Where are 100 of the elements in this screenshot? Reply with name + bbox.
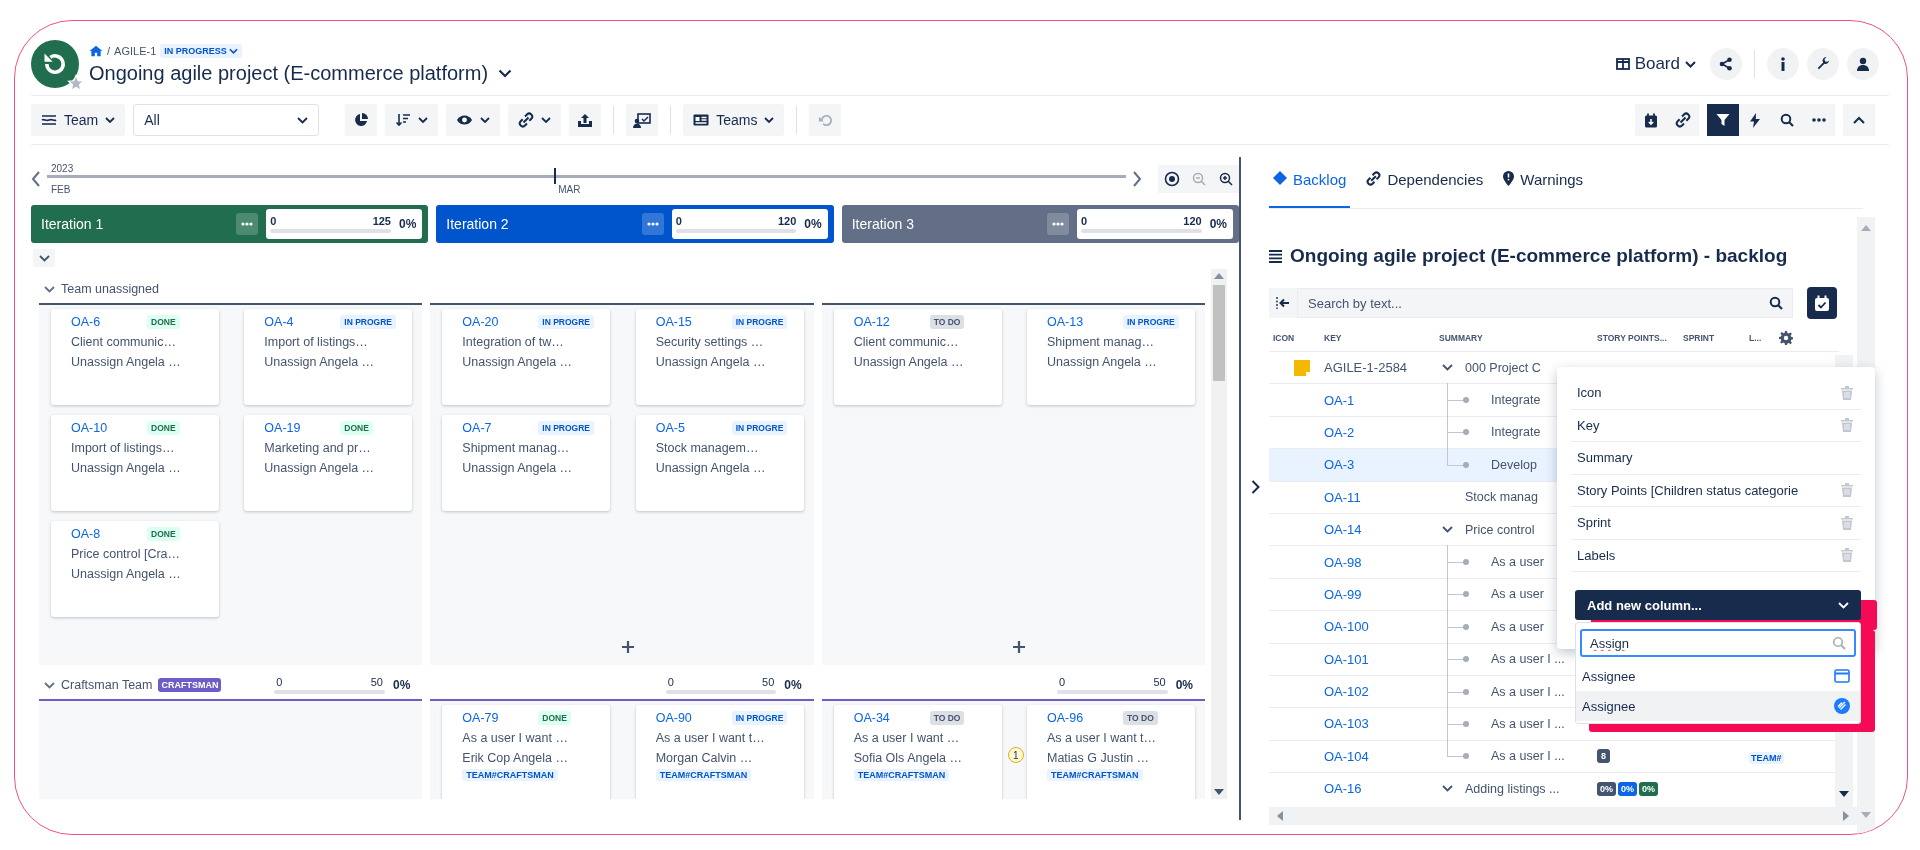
issue-key-link[interactable]: OA-3 xyxy=(1324,457,1439,473)
issue-card[interactable]: OA-8 DONE Price control [Cra… Unassign Angela … xyxy=(51,521,219,617)
column-search-field[interactable]: Assign xyxy=(1580,629,1856,657)
chevron-down-icon[interactable] xyxy=(1442,526,1453,534)
group-by-dropdown[interactable]: Team xyxy=(31,104,126,136)
star-icon[interactable] xyxy=(67,74,85,92)
issue-key-link[interactable]: OA-6 xyxy=(71,315,133,329)
issue-card[interactable]: OA-13 IN PROGRE Shipment manag… Unassign Angela … xyxy=(1027,309,1195,405)
issue-key-link[interactable]: OA-98 xyxy=(1324,554,1439,570)
issue-key-link[interactable]: OA-103 xyxy=(1324,716,1439,732)
calendar-check-button[interactable] xyxy=(1807,287,1837,319)
issue-key-link[interactable]: OA-102 xyxy=(1324,684,1439,700)
iteration-header[interactable]: Iteration 1 0 125 0% xyxy=(31,205,429,243)
wrench-button[interactable] xyxy=(1807,48,1839,80)
column-header[interactable]: KEY xyxy=(1324,333,1439,343)
issue-key-link[interactable]: OA-96 xyxy=(1047,711,1109,725)
scroll-up-icon[interactable] xyxy=(1214,273,1224,279)
issue-key-link[interactable]: OA-5 xyxy=(655,421,718,435)
issue-card[interactable]: OA-10 DONE Import of listings… Unassign Angela … xyxy=(51,415,219,511)
lightning-button[interactable] xyxy=(1739,104,1771,136)
column-item[interactable]: Icon xyxy=(1571,377,1861,410)
vertical-scrollbar[interactable] xyxy=(1211,269,1227,799)
collapse-panel-button[interactable] xyxy=(1269,288,1297,318)
issue-key-link[interactable]: OA-16 xyxy=(1324,781,1439,797)
issue-key-link[interactable]: OA-104 xyxy=(1324,748,1439,764)
column-item[interactable]: Summary xyxy=(1571,442,1861,475)
issue-card[interactable]: OA-5 IN PROGRE Stock managem… Unassign Angela … xyxy=(635,415,804,511)
issue-key-link[interactable]: OA-101 xyxy=(1324,651,1439,667)
issue-key-link[interactable]: OA-10 xyxy=(71,421,133,435)
share-button[interactable] xyxy=(1710,48,1742,80)
link-button[interactable] xyxy=(1667,104,1699,136)
link-dropdown[interactable] xyxy=(508,104,562,136)
scroll-down-icon[interactable] xyxy=(1214,789,1224,795)
warning-count-badge[interactable]: 1 xyxy=(1007,747,1024,763)
issue-key-link[interactable]: OA-19 xyxy=(264,421,327,435)
issue-key-link[interactable]: OA-4 xyxy=(264,315,327,329)
issue-key-link[interactable]: OA-99 xyxy=(1324,586,1439,602)
issue-card[interactable]: OA-19 DONE Marketing and pr… Unassign Angela … xyxy=(244,415,413,511)
issue-card[interactable]: OA-7 IN PROGRE Shipment manag… Unassign Angela … xyxy=(442,415,611,511)
column-item[interactable]: Sprint xyxy=(1571,507,1861,540)
user-button[interactable] xyxy=(1847,48,1879,80)
issue-key-link[interactable]: OA-34 xyxy=(853,711,916,725)
panel-tab[interactable]: Dependencies xyxy=(1362,171,1488,208)
issue-key-link[interactable]: OA-13 xyxy=(1047,315,1109,329)
issue-key-link[interactable]: OA-2 xyxy=(1324,424,1439,440)
column-header[interactable]: L... xyxy=(1749,333,1777,343)
iteration-menu-button[interactable] xyxy=(1047,213,1069,235)
search-icon[interactable] xyxy=(1769,296,1783,310)
scroll-down-icon[interactable] xyxy=(1839,791,1849,797)
scrollbar-thumb[interactable] xyxy=(1213,285,1225,381)
column-item[interactable]: Labels xyxy=(1571,539,1861,572)
scroll-left-icon[interactable] xyxy=(1277,811,1283,821)
column-item[interactable]: Story Points [Children status categorie xyxy=(1571,474,1861,507)
column-header[interactable]: ICON xyxy=(1269,333,1324,343)
column-item[interactable]: Key xyxy=(1571,409,1861,442)
issue-card[interactable]: OA-20 IN PROGRE Integration of tw… Unassign Angela … xyxy=(442,309,611,405)
issue-key-link[interactable]: OA-79 xyxy=(462,711,525,725)
issue-card[interactable]: OA-6 DONE Client communic… Unassign Angela … xyxy=(51,309,219,405)
horizontal-scrollbar[interactable] xyxy=(1269,807,1857,825)
add-icon[interactable] xyxy=(622,641,634,653)
column-option[interactable]: Assignee xyxy=(1576,691,1860,721)
collapse-button[interactable] xyxy=(1843,104,1875,136)
scroll-right-icon[interactable] xyxy=(1843,811,1849,821)
issue-key-link[interactable]: OA-100 xyxy=(1324,619,1439,635)
iteration-header[interactable]: Iteration 2 0 120 0% xyxy=(436,205,834,243)
issue-key-link[interactable]: OA-12 xyxy=(853,315,916,329)
issue-key-link[interactable]: OA-90 xyxy=(655,711,718,725)
issue-key-link[interactable]: OA-20 xyxy=(462,315,525,329)
issue-key-link[interactable]: OA-8 xyxy=(71,527,133,541)
sort-dropdown[interactable] xyxy=(385,104,439,136)
filter-select[interactable]: All xyxy=(133,104,320,136)
chevron-down-icon[interactable] xyxy=(498,68,513,78)
iteration-header[interactable]: Iteration 3 0 120 0% xyxy=(841,205,1239,243)
chevron-down-icon[interactable] xyxy=(1442,364,1453,372)
status-dropdown[interactable]: IN PROGRESS xyxy=(160,43,242,58)
issue-card[interactable]: OA-12 TO DO Client communic… Unassign Angela … xyxy=(833,309,1002,405)
column-header[interactable]: STORY POINTS... xyxy=(1597,333,1683,343)
issue-card[interactable]: OA-79 DONE As a user I want … Erik Cop Angela … TEAM#CRAFTSMAN xyxy=(442,705,611,799)
iteration-menu-button[interactable] xyxy=(236,213,259,235)
view-dropdown[interactable]: Board xyxy=(1609,50,1702,78)
column-header[interactable]: SUMMARY xyxy=(1439,333,1597,343)
home-icon[interactable] xyxy=(89,44,103,57)
project-key-link[interactable]: AGILE-1 xyxy=(114,44,157,57)
iteration-menu-button[interactable] xyxy=(641,213,664,235)
visibility-dropdown[interactable] xyxy=(446,104,501,136)
settings-icon[interactable] xyxy=(1779,331,1793,345)
issue-key-link[interactable]: AGILE-1-2584 xyxy=(1324,360,1439,376)
export-button[interactable] xyxy=(569,104,602,136)
issue-key-link[interactable]: OA-7 xyxy=(462,421,525,435)
issue-key-link[interactable]: OA-15 xyxy=(655,315,718,329)
teams-dropdown[interactable]: Teams xyxy=(683,104,785,136)
issue-card[interactable]: OA-15 IN PROGRE Security settings … Unassign Angela … xyxy=(635,309,804,405)
presentation-button[interactable] xyxy=(626,104,659,136)
issue-card[interactable]: OA-4 IN PROGRE Import of listings… Unassign Angela … xyxy=(244,309,413,405)
panel-tab[interactable]: Warnings xyxy=(1499,171,1588,208)
issue-card[interactable]: OA-96 TO DO As a user I want t… Matias G Justin … TEAM#CRAFTSMAN xyxy=(1027,705,1195,799)
issue-key-link[interactable]: OA-14 xyxy=(1324,522,1439,538)
chevron-down-icon[interactable] xyxy=(1442,785,1453,793)
more-button[interactable] xyxy=(1803,104,1835,136)
expand-toggle[interactable] xyxy=(33,249,55,267)
